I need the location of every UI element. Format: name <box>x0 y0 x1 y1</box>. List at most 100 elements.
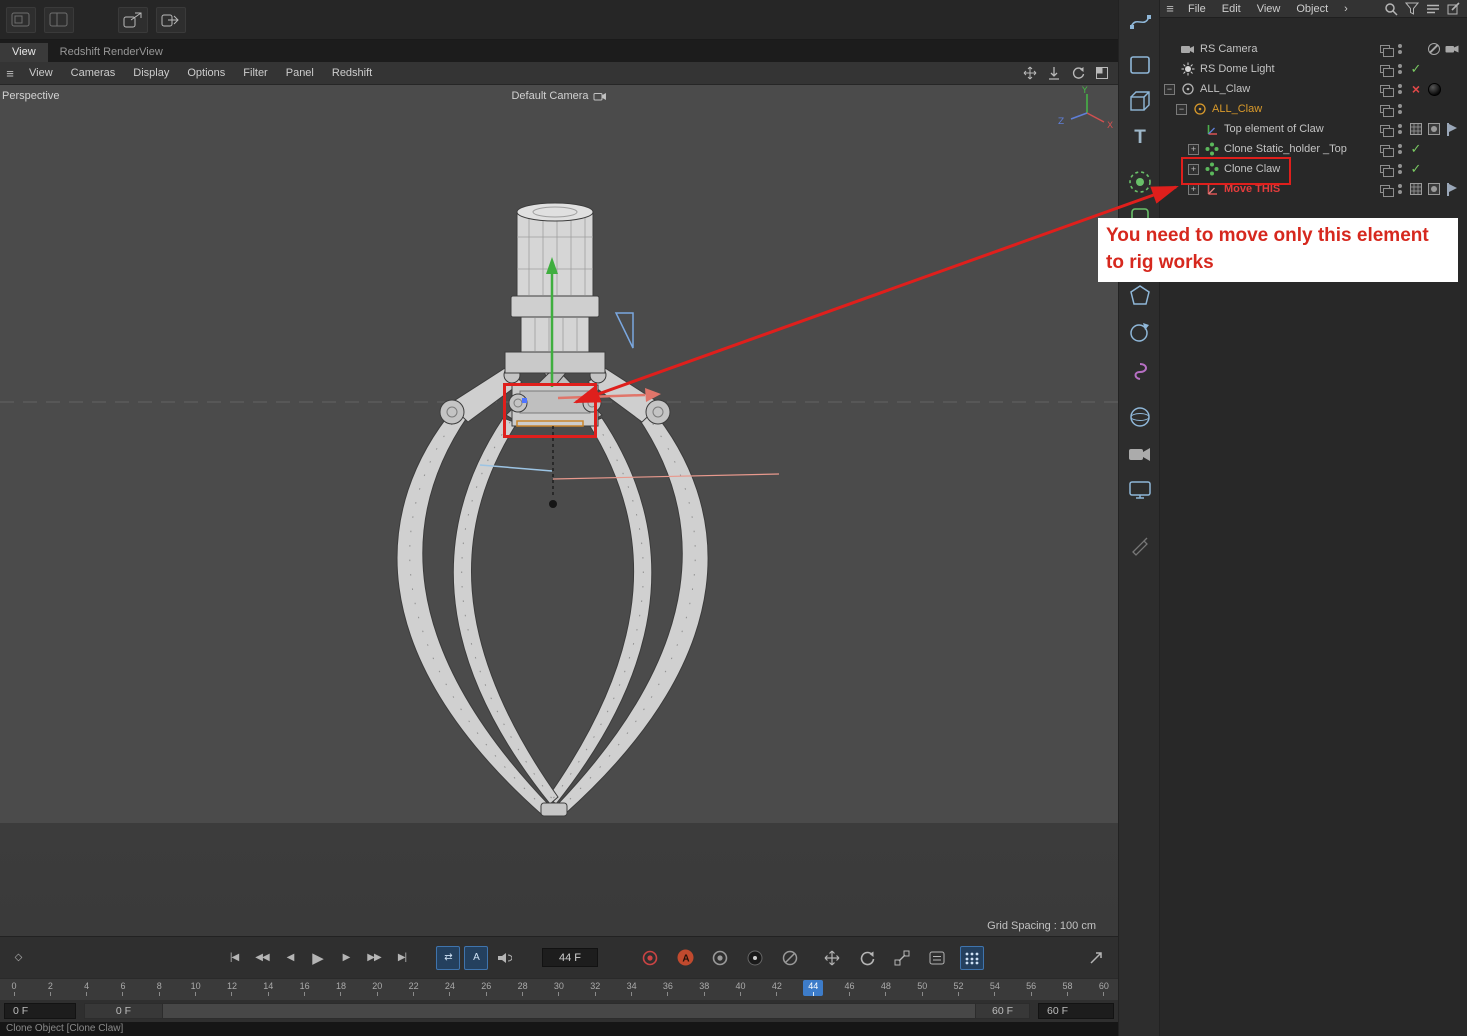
enabled-check-icon[interactable]: ✓ <box>1411 161 1422 177</box>
record-mode-icon[interactable] <box>743 946 767 970</box>
ruler-tick-10[interactable]: 10 <box>186 980 206 996</box>
ruler-tick-60[interactable]: 60 <box>1094 980 1114 996</box>
collapse-icon[interactable]: − <box>1164 83 1175 95</box>
ruler-tick-26[interactable]: 26 <box>476 980 496 996</box>
visibility-dots-icon[interactable] <box>1398 44 1402 54</box>
object-label[interactable]: RS Dome Light <box>1200 63 1275 75</box>
record-disabled-icon[interactable] <box>778 946 802 970</box>
texture-tag-icon[interactable] <box>1410 123 1422 135</box>
viewport-3d[interactable]: Perspective Default Camera Grid Spacing … <box>0 85 1118 936</box>
om-row-all-claw-child[interactable]: − ALL_Claw <box>1160 99 1467 119</box>
play-button[interactable]: ▶ <box>306 946 330 970</box>
ruler-tick-44[interactable]: 44 <box>803 980 824 996</box>
ruler-tick-46[interactable]: 46 <box>840 980 860 996</box>
sound-icon[interactable] <box>492 946 516 970</box>
window-panel-icon[interactable] <box>44 6 74 33</box>
toggle-view-icon[interactable] <box>1093 65 1110 81</box>
ruler-tick-24[interactable]: 24 <box>440 980 460 996</box>
edit-pencil-icon[interactable] <box>1123 528 1157 562</box>
phong-tag-icon[interactable] <box>1428 183 1440 195</box>
visibility-dots-icon[interactable] <box>1398 184 1402 194</box>
cube-primitive-icon[interactable] <box>1123 84 1157 118</box>
record-active-objects-icon[interactable] <box>638 946 662 970</box>
camera-icon[interactable] <box>1123 437 1157 471</box>
add-keyframe-icon[interactable]: ◇ <box>6 946 30 970</box>
next-frame-button[interactable]: ▶ <box>334 946 358 970</box>
viewport-menu-options[interactable]: Options <box>178 67 234 79</box>
current-frame-field[interactable]: 44 F <box>542 948 598 967</box>
layer-icon[interactable] <box>1380 165 1394 177</box>
ruler-tick-4[interactable]: 4 <box>77 980 97 996</box>
ruler-tick-58[interactable]: 58 <box>1058 980 1078 996</box>
object-label[interactable]: Top element of Claw <box>1224 123 1324 135</box>
ruler-tick-32[interactable]: 32 <box>585 980 605 996</box>
go-to-start-button[interactable]: |◀ <box>222 946 246 970</box>
viewport-hamburger-icon[interactable]: ≡ <box>0 66 20 81</box>
ruler-tick-0[interactable]: 0 <box>4 980 24 996</box>
ruler-tick-30[interactable]: 30 <box>549 980 569 996</box>
pan-view-icon[interactable] <box>1021 65 1038 81</box>
edit-filter-icon[interactable] <box>1447 2 1461 15</box>
window-layout-icon[interactable] <box>6 6 36 33</box>
polygon-primitive-icon[interactable] <box>1123 279 1157 313</box>
range-slider-end-handle[interactable]: 60 F <box>975 1004 1029 1018</box>
display-icon[interactable] <box>1123 473 1157 507</box>
ruler-tick-38[interactable]: 38 <box>694 980 714 996</box>
list-options-icon[interactable] <box>1426 3 1440 15</box>
viewport-menu-cameras[interactable]: Cameras <box>62 67 125 79</box>
ruler-tick-2[interactable]: 2 <box>40 980 60 996</box>
visibility-dots-icon[interactable] <box>1398 84 1402 94</box>
range-slider[interactable]: 0 F 60 F <box>84 1003 1030 1019</box>
ruler-tick-6[interactable]: 6 <box>113 980 133 996</box>
texture-tag-icon[interactable] <box>1410 183 1422 195</box>
record-pla-icon[interactable] <box>960 945 984 970</box>
previous-frame-button[interactable]: ◀ <box>278 946 302 970</box>
viewport-camera-label[interactable]: Default Camera <box>511 90 607 102</box>
visibility-dots-icon[interactable] <box>1398 144 1402 154</box>
object-label[interactable]: ALL_Claw <box>1212 103 1262 115</box>
om-row-clone-static-holder[interactable]: + Clone Static_holder _Top ✓ <box>1160 139 1467 159</box>
om-row-clone-claw[interactable]: + Clone Claw ✓ <box>1160 159 1467 179</box>
ruler-tick-52[interactable]: 52 <box>949 980 969 996</box>
flag-tag-icon[interactable] <box>1446 122 1458 136</box>
object-label[interactable]: ALL_Claw <box>1200 83 1250 95</box>
viewport-menu-view[interactable]: View <box>20 67 62 79</box>
ruler-tick-42[interactable]: 42 <box>767 980 787 996</box>
loop-mode-icon[interactable]: ⇄ <box>436 945 460 970</box>
ruler-tick-56[interactable]: 56 <box>1021 980 1041 996</box>
layer-icon[interactable] <box>1380 125 1394 137</box>
om-menu-edit[interactable]: Edit <box>1214 3 1249 15</box>
record-scale-icon[interactable] <box>890 946 914 970</box>
expand-icon[interactable]: + <box>1188 183 1199 195</box>
camera-tag-icon[interactable] <box>1445 44 1459 54</box>
record-position-icon[interactable] <box>820 946 844 970</box>
tab-view[interactable]: View <box>0 43 48 62</box>
spline-circle-icon[interactable] <box>1123 315 1157 349</box>
expand-timeline-icon[interactable] <box>1084 946 1108 970</box>
sphere-primitive-icon[interactable] <box>1123 400 1157 434</box>
expand-icon[interactable]: + <box>1188 143 1199 155</box>
om-menu-view[interactable]: View <box>1249 3 1289 15</box>
text-tool-icon[interactable]: T <box>1123 121 1157 155</box>
object-label[interactable]: Clone Claw <box>1224 163 1280 175</box>
layer-icon[interactable] <box>1380 45 1394 57</box>
go-to-end-button[interactable]: ▶| <box>390 946 414 970</box>
visibility-dots-icon[interactable] <box>1398 164 1402 174</box>
tab-redshift-renderview[interactable]: Redshift RenderView <box>48 43 175 62</box>
subdivision-surface-icon[interactable] <box>1123 165 1157 199</box>
ruler-tick-18[interactable]: 18 <box>331 980 351 996</box>
viewport-menu-display[interactable]: Display <box>124 67 178 79</box>
phong-tag-icon[interactable] <box>1428 123 1440 135</box>
range-end-field[interactable]: 60 F <box>1038 1003 1114 1019</box>
visibility-dots-icon[interactable] <box>1398 124 1402 134</box>
ruler-tick-36[interactable]: 36 <box>658 980 678 996</box>
om-row-move-this[interactable]: + Move THIS <box>1160 179 1467 199</box>
next-key-button[interactable]: ▶▶ <box>362 946 386 970</box>
layer-icon[interactable] <box>1380 105 1394 117</box>
ruler-tick-20[interactable]: 20 <box>367 980 387 996</box>
ruler-tick-40[interactable]: 40 <box>731 980 751 996</box>
om-menu-file[interactable]: File <box>1180 3 1214 15</box>
expand-icon[interactable]: + <box>1188 163 1199 175</box>
object-label[interactable]: RS Camera <box>1200 43 1257 55</box>
search-icon[interactable] <box>1384 2 1398 16</box>
